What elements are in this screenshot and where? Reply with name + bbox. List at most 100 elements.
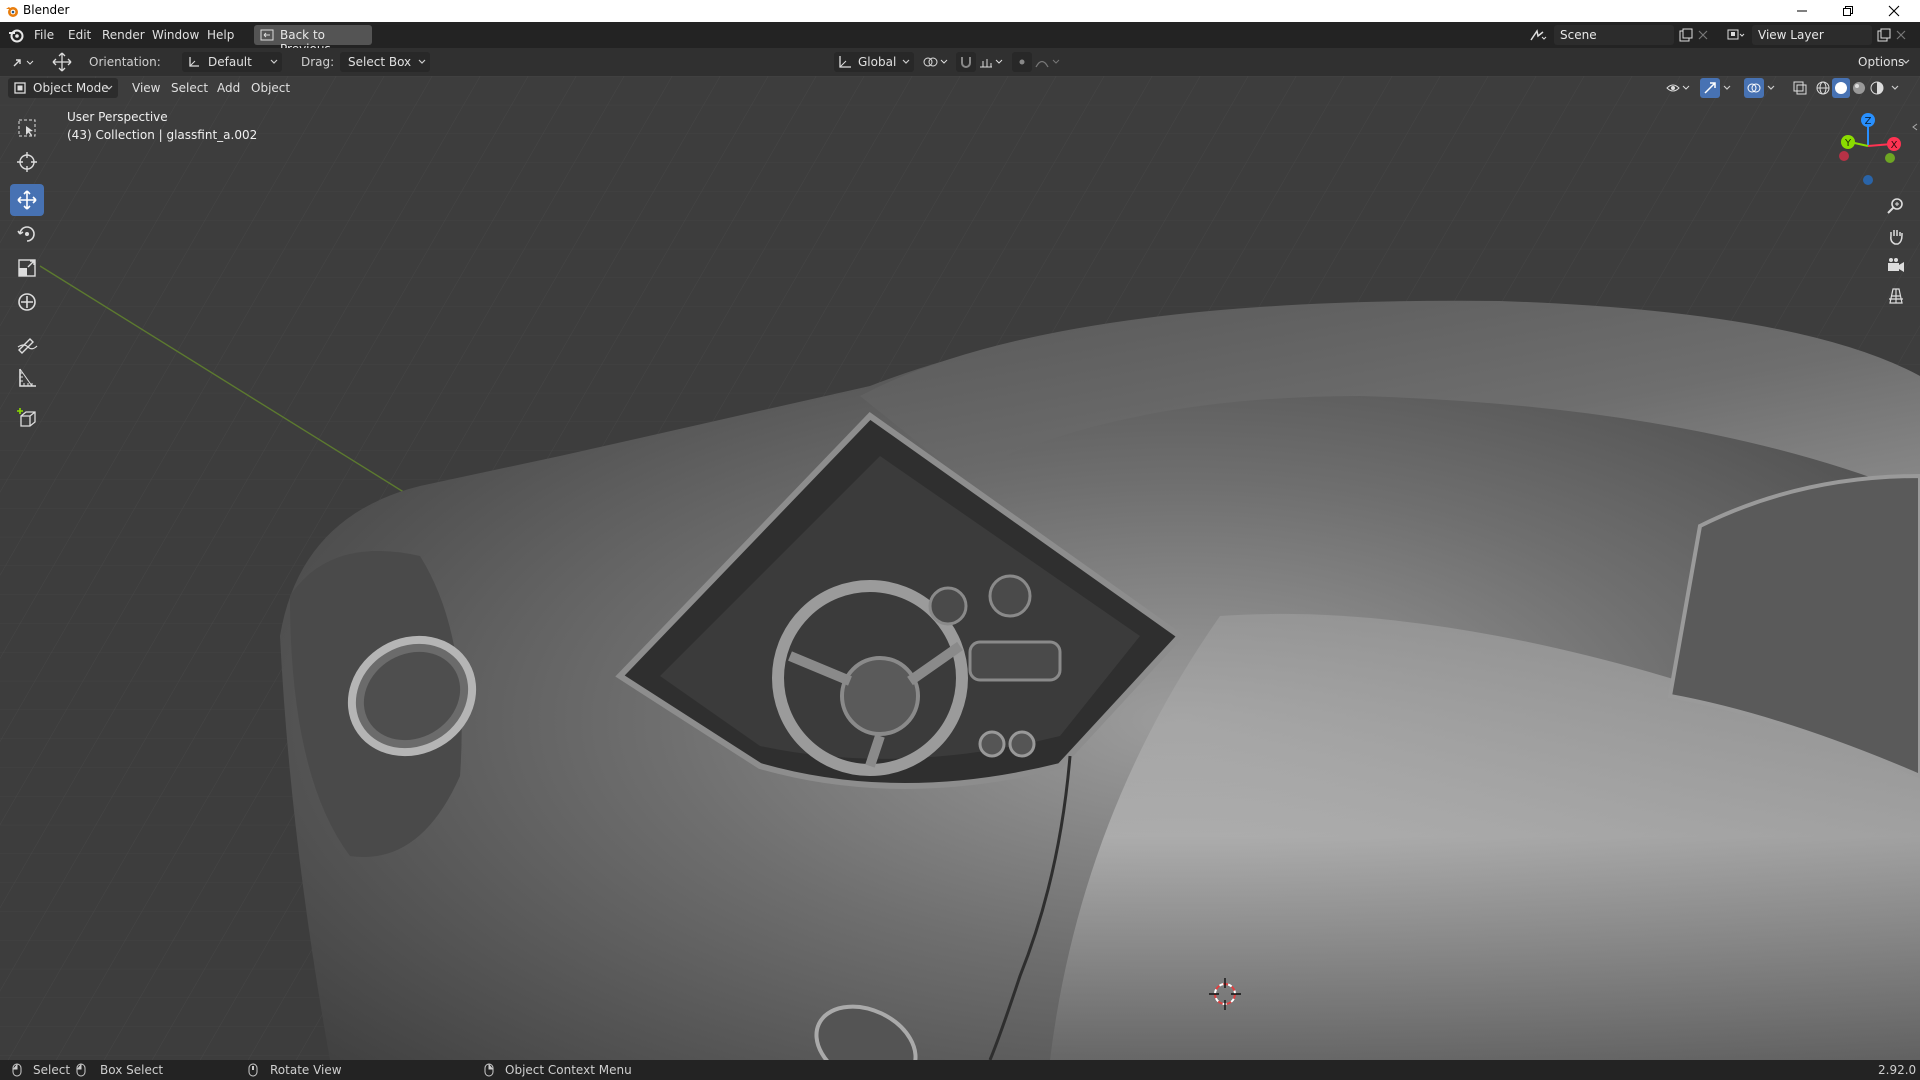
view-layer-field[interactable]: View Layer xyxy=(1752,25,1872,45)
ruler-icon xyxy=(19,368,36,387)
minimize-button[interactable] xyxy=(1780,0,1824,22)
x-icon xyxy=(1698,30,1708,40)
dash-display xyxy=(968,640,1062,682)
editor-type-button[interactable] xyxy=(8,52,40,72)
select-box-tool[interactable] xyxy=(10,112,44,144)
solid-sphere-icon xyxy=(1835,82,1847,94)
delete-view-layer-button[interactable] xyxy=(1892,25,1910,45)
scene-browse-button[interactable] xyxy=(1524,25,1552,45)
status-context-menu: Object Context Menu xyxy=(505,1063,632,1077)
new-view-layer-button[interactable] xyxy=(1874,25,1894,45)
object-mode-icon xyxy=(14,82,26,94)
pan-view-button[interactable] xyxy=(1882,222,1910,250)
viewport-menu-add[interactable]: Add xyxy=(217,81,240,95)
rotate-tool[interactable] xyxy=(10,218,44,250)
cursor-tool[interactable] xyxy=(10,146,44,178)
knob-2 xyxy=(1008,730,1036,758)
gizmo-neg-y[interactable] xyxy=(1885,153,1895,163)
pencil-icon xyxy=(17,338,38,354)
menu-file[interactable]: File xyxy=(34,28,54,42)
back-to-previous-button[interactable]: Back to Previous xyxy=(254,25,372,56)
transform-tool[interactable] xyxy=(10,286,44,318)
gizmo-y-label: Y xyxy=(1844,138,1852,149)
3d-viewport[interactable]: User Perspective (43) Collection | glass… xyxy=(0,76,1920,1060)
snap-toggle[interactable] xyxy=(956,52,976,72)
pivot-link-icon xyxy=(923,57,948,67)
top-menu-bar: File Edit Render Window Help Back to Pre… xyxy=(0,22,1920,56)
blender-menu-icon[interactable] xyxy=(8,27,24,43)
scale-icon xyxy=(18,259,36,277)
delete-scene-button[interactable] xyxy=(1694,25,1712,45)
menu-render[interactable]: Render xyxy=(102,28,145,42)
overlays-toggle[interactable] xyxy=(1744,78,1764,98)
chevron-down-icon xyxy=(1767,85,1775,90)
camera-icon xyxy=(1888,258,1904,272)
solid-shading-button[interactable] xyxy=(1832,78,1850,98)
scene-name-field[interactable]: Scene xyxy=(1554,25,1674,45)
transform-orientation-dropdown[interactable]: Global xyxy=(834,52,914,72)
visibility-dropdown[interactable] xyxy=(1664,78,1694,98)
snap-target-dropdown[interactable] xyxy=(978,52,1006,72)
gizmo-neg-x[interactable] xyxy=(1839,151,1849,161)
move-arrows-icon xyxy=(52,52,72,72)
xray-icon xyxy=(1793,81,1807,95)
move-tool[interactable] xyxy=(10,184,44,216)
gauge-2 xyxy=(928,586,968,626)
annotate-tool[interactable] xyxy=(10,328,44,360)
zoom-magnifier-icon xyxy=(1887,198,1903,214)
active-tool-move-icon-button[interactable] xyxy=(50,51,74,73)
view-layer-name: View Layer xyxy=(1758,28,1824,42)
xray-toggle[interactable] xyxy=(1790,78,1810,98)
close-button[interactable] xyxy=(1872,0,1916,22)
steering-hub xyxy=(840,656,920,736)
mouse-left-icon xyxy=(12,1063,22,1077)
drag-dropdown[interactable]: Select Box xyxy=(340,52,430,72)
overlays-dropdown[interactable] xyxy=(1764,78,1778,98)
wireframe-shading-button[interactable] xyxy=(1814,78,1832,98)
menu-edit[interactable]: Edit xyxy=(68,28,91,42)
gizmo-neg-z[interactable] xyxy=(1863,175,1873,185)
shading-dropdown[interactable] xyxy=(1888,78,1902,98)
window-titlebar: Blender xyxy=(0,0,1920,22)
rotate-icon xyxy=(17,226,35,242)
x-icon xyxy=(1896,30,1906,40)
rendered-shading-button[interactable] xyxy=(1868,78,1886,98)
navigation-gizmo[interactable]: Z X Y xyxy=(1830,108,1910,192)
object-mode-dropdown[interactable]: Object Mode xyxy=(8,78,118,98)
gizmo-toggle[interactable] xyxy=(1700,78,1720,98)
view-layer-browse-button[interactable] xyxy=(1722,25,1750,45)
viewport-menu-view[interactable]: View xyxy=(132,81,160,95)
scale-tool[interactable] xyxy=(10,252,44,284)
grid-perspective-icon xyxy=(1889,288,1903,304)
falloff-curve-icon xyxy=(1035,59,1060,68)
menu-window[interactable]: Window xyxy=(152,28,199,42)
duplicate-icon xyxy=(1679,28,1693,42)
new-scene-button[interactable] xyxy=(1676,25,1696,45)
camera-view-button[interactable] xyxy=(1882,252,1910,280)
sidebar-expand-arrow[interactable] xyxy=(1912,120,1918,134)
material-preview-button[interactable] xyxy=(1850,78,1868,98)
magnet-icon xyxy=(961,57,971,68)
drag-value: Select Box xyxy=(348,55,412,69)
perspective-toggle-button[interactable] xyxy=(1882,282,1910,310)
proportional-editing-toggle[interactable] xyxy=(1012,52,1032,72)
mouse-right-icon xyxy=(484,1063,494,1077)
scene-render xyxy=(0,76,1920,1060)
viewport-menu-object[interactable]: Object xyxy=(251,81,290,95)
menu-help[interactable]: Help xyxy=(207,28,234,42)
select-box-icon xyxy=(18,119,36,137)
zoom-view-button[interactable] xyxy=(1882,192,1910,220)
global-axes-icon xyxy=(839,56,851,68)
add-cube-tool[interactable] xyxy=(10,402,44,434)
viewport-menu-select[interactable]: Select xyxy=(171,81,208,95)
proportional-falloff-dropdown[interactable] xyxy=(1034,52,1064,72)
options-dropdown[interactable]: Options xyxy=(1848,52,1914,72)
pivot-point-dropdown[interactable] xyxy=(920,52,952,72)
measure-tool[interactable] xyxy=(10,362,44,394)
viewport-header: Object Mode View Select Add Object xyxy=(0,76,1920,100)
orientation-axes-icon xyxy=(189,57,199,67)
restore-button[interactable] xyxy=(1826,0,1870,22)
gizmo-dropdown[interactable] xyxy=(1720,78,1734,98)
orientation-dropdown[interactable]: Default xyxy=(182,52,282,72)
snap-increment-icon xyxy=(980,59,1003,68)
